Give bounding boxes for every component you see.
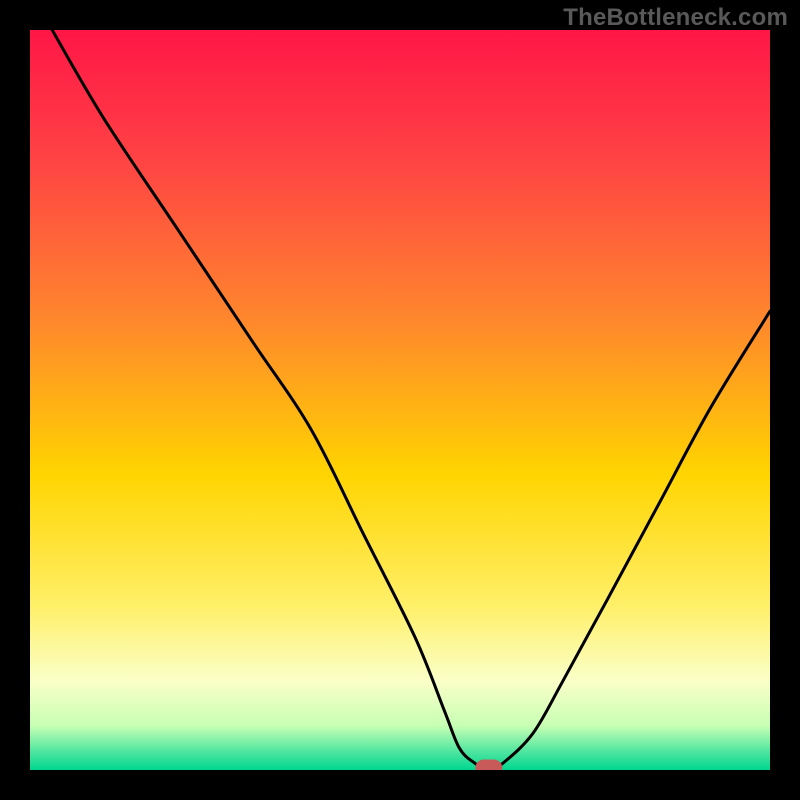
chart-svg	[30, 30, 770, 770]
optimum-marker	[476, 760, 502, 770]
watermark-text: TheBottleneck.com	[563, 4, 788, 32]
plot-area	[30, 30, 770, 770]
chart-frame: TheBottleneck.com	[0, 0, 800, 800]
gradient-background	[30, 30, 770, 770]
